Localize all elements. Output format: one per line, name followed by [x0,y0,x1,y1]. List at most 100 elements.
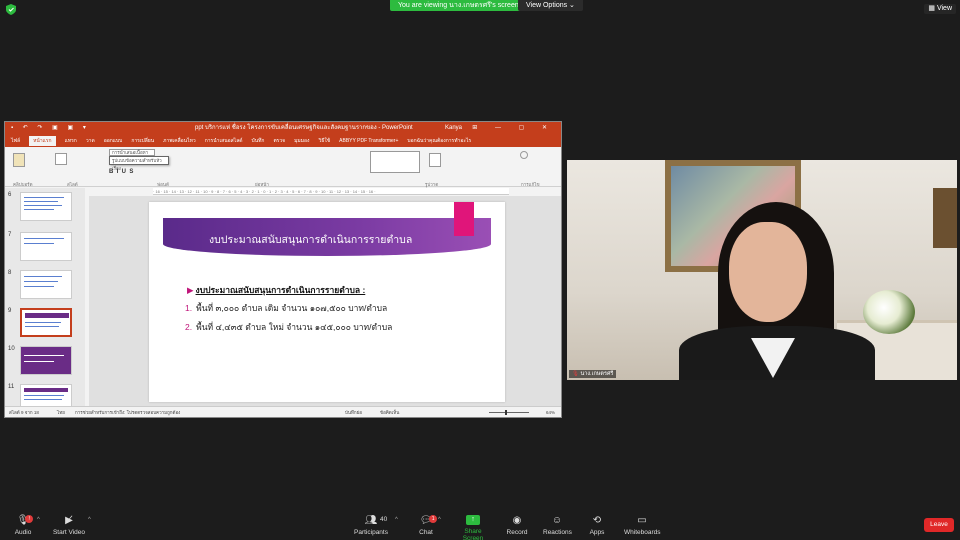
participants-options-caret[interactable]: ^ [395,517,398,523]
whiteboard-icon: ▭ [637,515,647,526]
current-slide[interactable]: งบประมาณสนับสนุนการดำเนินการรายตำบล ▶ งบป… [149,202,505,402]
zoom-slider-handle[interactable] [505,410,507,415]
participants-count: 40 [380,516,388,523]
participant-name-tag: 🎙︎ นาง.เกษตรศรี [569,370,617,378]
flower-vase [863,290,915,334]
slide-counter: สไลด์ 9 จาก 18 [9,410,39,415]
leave-button[interactable]: Leave [924,518,954,532]
zoom-slider[interactable] [489,412,529,413]
slide-thumbnail[interactable] [20,270,72,299]
share-screen-icon: ↑ [466,515,480,525]
ribbon-tab[interactable]: การเปลี่ยน [131,138,154,144]
slide-thumbnail[interactable] [20,384,72,407]
quick-access-toolbar[interactable]: ▪ ↶ ↷ ▣ ▣ ▾ [11,122,90,135]
thumb-number: 10 [8,346,15,352]
find-icon[interactable] [520,151,528,159]
slide-bullet-heading[interactable]: ▶ งบประมาณสนับสนุนการดำเนินการรายตำบล : [187,283,365,297]
ribbon-tab[interactable]: การนำเสนอสไลด์ [205,138,243,144]
record-icon: ◉ [512,515,522,526]
chat-icon: 💬︎ 1 [418,515,438,526]
reactions-button[interactable]: ☺ Reactions [543,515,572,536]
font-name-box[interactable]: การนำเสนอเนื้อหา [109,149,155,156]
record-button[interactable]: ◉ Record [506,515,528,536]
meeting-toolbar: 🎙︎! Audio ^ ▶̸ Start Video ^ 👥︎ Particip… [0,510,960,540]
ribbon-tab[interactable]: หน้าแรก [29,136,56,146]
thumb-number: 9 [8,308,12,314]
ribbon-tab[interactable]: วิธีใช้ [318,138,330,144]
font-dropdown[interactable]: รูปแบบข้อความสำหรับหัวเรื่อง [109,156,169,171]
ribbon-group-label: การแก้ไข [521,182,540,187]
new-slide-icon[interactable] [55,153,67,165]
ribbon-tab[interactable]: วาด [86,138,95,144]
ribbon-group-label: คลิปบอร์ด [13,182,33,187]
slide-editing-area[interactable]: งบประมาณสนับสนุนการดำเนินการรายตำบล ▶ งบป… [89,196,561,407]
slide-thumbnail[interactable] [20,192,72,221]
chat-options-caret[interactable]: ^ [438,517,441,523]
ribbon-tab[interactable]: แทรก [65,138,77,144]
thumb-number: 7 [8,232,12,238]
paste-icon[interactable] [13,153,25,167]
ribbon-tabs: ไฟล์ หน้าแรก แทรก วาด ออกแบบ การเปลี่ยน ภาพเคล… [5,135,561,147]
ribbon-tab[interactable]: ภาพเคลื่อนไหว [163,138,196,144]
view-button[interactable]: ▦ View [924,4,956,14]
view-options-button[interactable]: View Options ⌄ [518,0,583,11]
ppt-document-title: ppt บริการแห่ ชื่อรง โครงการขับเคลื่อนเศ… [195,125,413,131]
thumb-number: 8 [8,270,12,276]
arrange-icon[interactable] [429,153,441,167]
ribbon: การนำเสนอเนื้อหา รูปแบบข้อความสำหรับหัวเ… [5,147,561,187]
apps-icon: ⟲ [592,515,602,526]
thumb-number: 6 [8,192,12,198]
notes-button[interactable]: บันทึกย่อ [345,407,362,418]
window-controls[interactable]: ⊞ — ▢ ✕ [472,122,555,135]
accessibility-status[interactable]: การช่วยสำหรับการเข้าถึง: โปรดตรวจสอบความ… [75,407,180,418]
slide-thumbnail-pane[interactable]: 6 7 8 9 10 11 [5,188,85,407]
language-indicator[interactable]: ไทย [57,407,65,418]
slide-list-item[interactable]: 1. พื้นที่ ๓,๐๐๐ ตำบล เดิม จำนวน ๑๐๗,๕๐๐ … [185,301,387,315]
ribbon-tab[interactable]: มุมมอง [294,138,309,144]
zoom-meeting-window: You are viewing นาง.เกษตรศรี's screen Vi… [0,0,960,540]
shapes-gallery-icon[interactable] [370,151,420,173]
triangle-bullet-icon: ▶ [187,285,194,295]
participant-video[interactable]: 🎙︎ นาง.เกษตรศรี [567,160,957,380]
start-video-button[interactable]: ▶̸ Start Video [52,515,86,536]
shield-icon[interactable] [6,4,16,15]
share-screen-button[interactable]: ↑ Share Screen [455,515,491,540]
video-off-icon: ▶̸ [65,515,73,526]
comments-button[interactable]: ข้อคิดเห็น [380,407,399,418]
ribbon-group-label: รูปวาด [425,182,439,187]
horizontal-ruler: · 16 · 15 · 14 · 13 · 12 · 11 · 10 · 9 ·… [153,188,509,195]
ribbon-group-label: สไลด์ [67,182,78,187]
audio-button[interactable]: 🎙︎! Audio [12,515,34,536]
ribbon-tab[interactable]: ABBYY PDF Transformer+ [339,138,398,144]
video-options-caret[interactable]: ^ [88,517,91,523]
slide-accent-shape [454,202,474,236]
slide-thumbnail[interactable] [20,232,72,261]
ribbon-tab[interactable]: บันทึก [252,138,265,144]
ppt-title-bar: ▪ ↶ ↷ ▣ ▣ ▾ ppt บริการแห่ ชื่อรง โครงการ… [5,122,561,135]
ppt-status-bar: สไลด์ 9 จาก 18 ไทย การช่วยสำหรับการเข้าถ… [5,406,561,417]
ribbon-tab[interactable]: ออกแบบ [104,138,123,144]
ppt-user-name[interactable]: Kanya [445,122,462,135]
whiteboards-button[interactable]: ▭ Whiteboards [624,515,661,536]
bold-button[interactable]: B I U S [109,169,133,175]
ribbon-tab[interactable]: ตรวจ [273,138,285,144]
slide-thumbnail-selected[interactable] [20,308,72,337]
muted-mic-icon: 🎙︎ [572,371,579,377]
slide-title[interactable]: งบประมาณสนับสนุนการดำเนินการรายตำบล [209,231,412,248]
ribbon-tab[interactable]: ไฟล์ [11,138,20,144]
chat-button[interactable]: 💬︎ 1 Chat [418,515,438,536]
slide-thumbnail[interactable] [20,346,72,375]
apps-button[interactable]: ⟲ Apps [588,515,606,536]
thumb-number: 11 [8,384,15,390]
wall-painting [933,188,957,248]
reactions-icon: ☺ [551,515,563,526]
microphone-muted-icon: 🎙︎! [12,515,34,526]
slide-list-item[interactable]: 2. พื้นที่ ๔,๔๓๕ ตำบล ใหม่ จำนวน ๑๔๕,๐๐๐ … [185,320,392,334]
ribbon-group-label: ย่อหน้า [255,182,269,187]
zoom-level[interactable]: 64% [546,407,555,418]
ribbon-group-label: ฟอนต์ [157,182,169,187]
screen-share-banner: You are viewing นาง.เกษตรศรี's screen [390,0,527,11]
audio-options-caret[interactable]: ^ [37,517,40,523]
shared-powerpoint-window: ▪ ↶ ↷ ▣ ▣ ▾ ppt บริการแห่ ชื่อรง โครงการ… [4,121,562,418]
ribbon-tab[interactable]: บอกฉันว่าคุณต้องการทำอะไร [407,138,471,144]
